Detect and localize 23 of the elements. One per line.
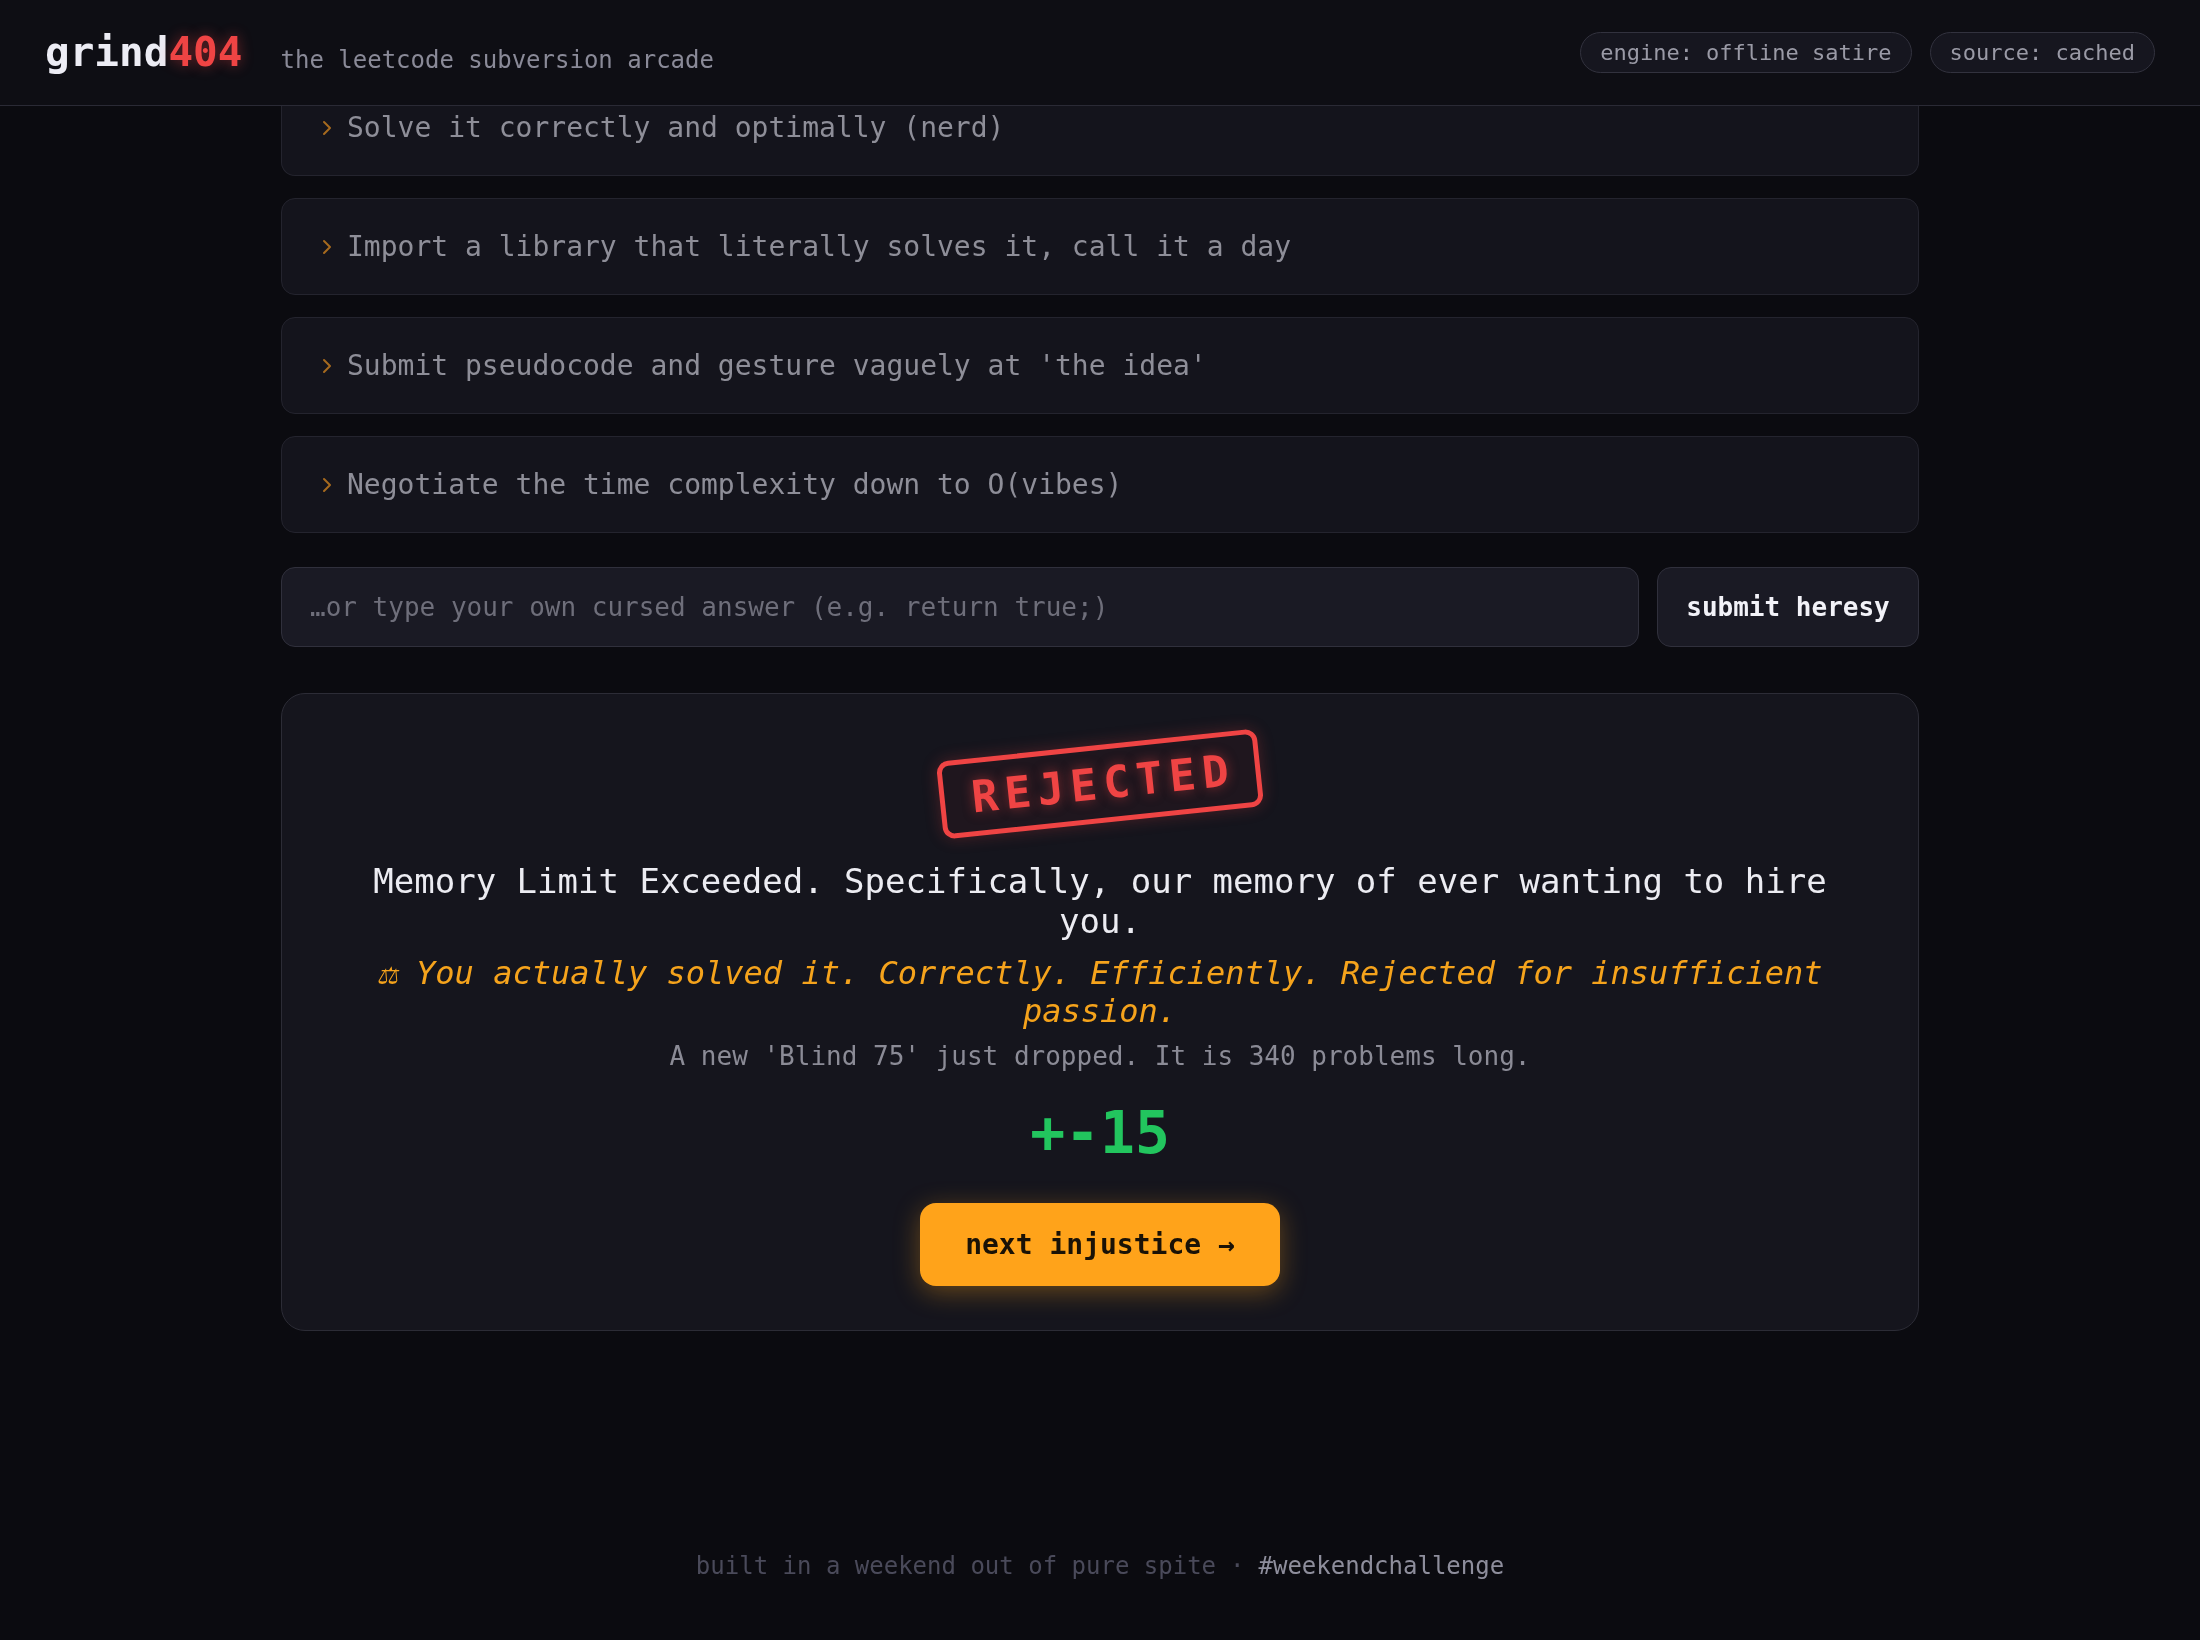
- tagline: the leetcode subversion arcade: [280, 45, 714, 74]
- next-button[interactable]: next injustice →: [920, 1203, 1280, 1286]
- chevron-icon: [322, 119, 332, 136]
- status-chip: source: cached: [1929, 32, 2155, 73]
- footer-separator: ·: [1230, 1551, 1245, 1581]
- answer-option[interactable]: Submit pseudocode and gesture vaguely at 'the idea': [281, 317, 1919, 414]
- answer-option[interactable]: Negotiate the time complexity down to O(vibes): [281, 436, 1919, 533]
- chevron-icon: [322, 476, 332, 493]
- chevron-icon: [322, 357, 332, 374]
- logo[interactable]: grind404: [45, 29, 243, 76]
- chevron-icon: [322, 238, 332, 255]
- verdict-note: ⚖ You actually solved it. Correctly. Efficiently. Rejected for insufficient passion.: [376, 954, 1824, 1030]
- score-value: +-15: [1030, 1098, 1170, 1168]
- rejected-stamp: REJECTED: [935, 728, 1265, 840]
- answer-option[interactable]: Solve it correctly and optimally (nerd): [281, 106, 1919, 176]
- verdict-text: Memory Limit Exceeded. Specifically, our memory of ever wanting to hire you.: [372, 861, 1828, 941]
- status-chip: engine: offline satire: [1580, 32, 1912, 73]
- footer-credit: built in a weekend out of pure spite: [695, 1551, 1217, 1581]
- submit-button[interactable]: submit heresy: [1657, 567, 1919, 647]
- answer-input[interactable]: …or type your own cursed answer (e.g. return true;): [281, 567, 1639, 647]
- hashtag-link[interactable]: #weekendchallenge: [1258, 1551, 1505, 1581]
- answer-option[interactable]: Import a library that literally solves it, call it a day: [281, 198, 1919, 295]
- aside-text: A new 'Blind 75' just dropped. It is 340 problems long.: [669, 1040, 1531, 1072]
